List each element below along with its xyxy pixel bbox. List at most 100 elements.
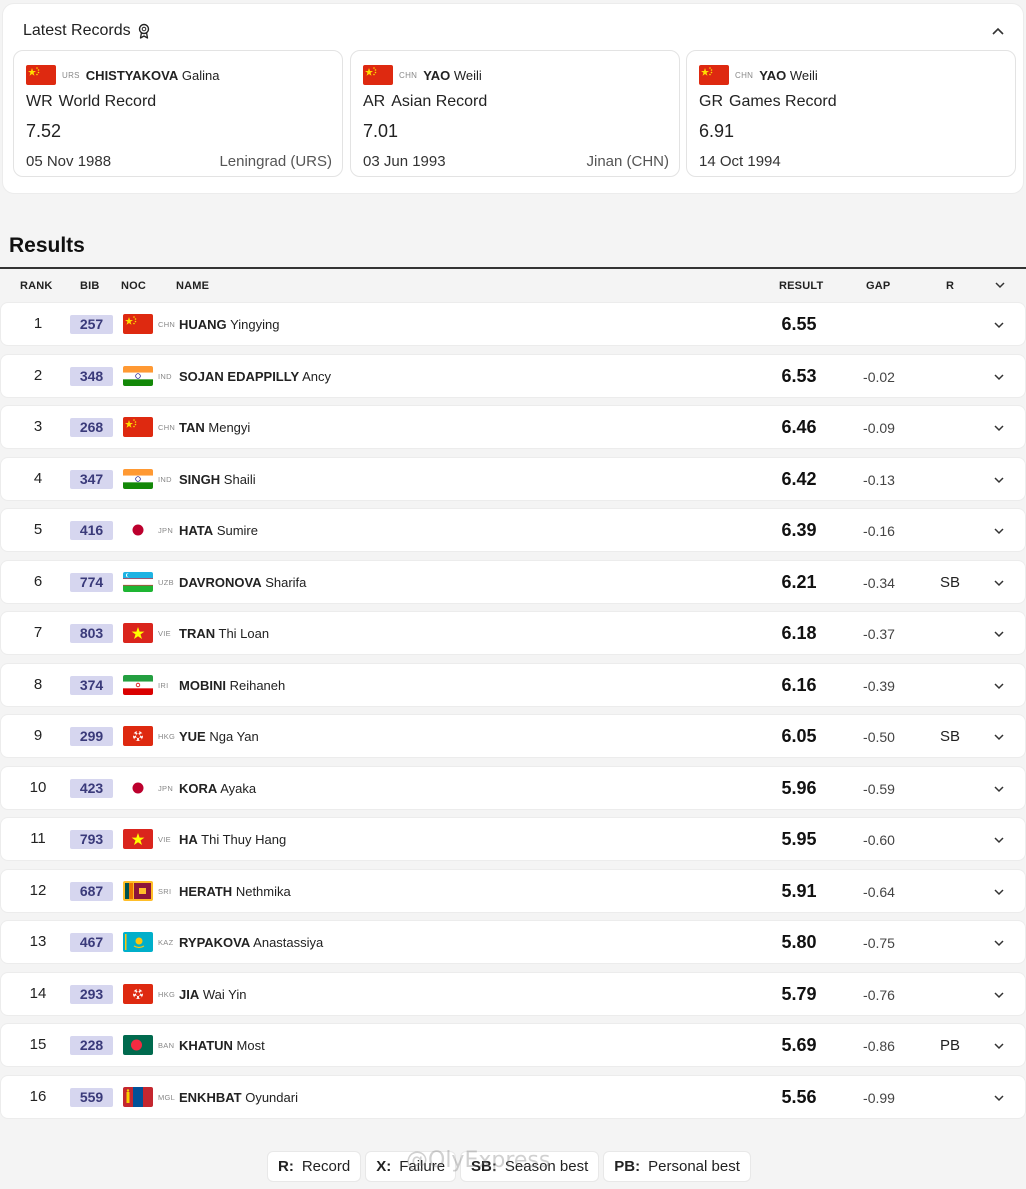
table-row[interactable]: 8 374 IRI MOBINI Reihaneh 6.16 -0.39: [0, 662, 1026, 707]
table-row[interactable]: 14 293 HKG JIA Wai Yin 5.79 -0.76: [0, 971, 1026, 1016]
table-row[interactable]: 1 257 CHN HUANG Yingying 6.55: [0, 302, 1026, 346]
row-athlete-name[interactable]: RYPAKOVA Anastassiya: [179, 935, 323, 950]
table-row[interactable]: 5 416 JPN HATA Sumire 6.39 -0.16: [0, 508, 1026, 552]
row-expand-chevron-icon[interactable]: [991, 729, 1007, 745]
row-expand-chevron-icon[interactable]: [991, 523, 1007, 539]
record-holder: CHN YAO Weili: [363, 65, 482, 85]
row-expand-chevron-icon[interactable]: [991, 626, 1007, 642]
row-athlete-name[interactable]: HUANG Yingying: [179, 317, 279, 332]
table-row[interactable]: 10 423 JPN KORA Ayaka 5.96 -0.59: [0, 765, 1026, 810]
legend-item: PB: Personal best: [603, 1151, 751, 1182]
record-card[interactable]: CHN YAO Weili AR Asian Record 7.01 03 Jun 199…: [350, 50, 680, 177]
table-row[interactable]: 13 467 KAZ RYPAKOVA Anastassiya 5.80 -0.75: [0, 920, 1026, 964]
header-rank: RANK: [20, 280, 53, 292]
row-expand-chevron-icon[interactable]: [991, 987, 1007, 1003]
flag-icon: [123, 1086, 153, 1107]
row-expand-chevron-icon[interactable]: [991, 1038, 1007, 1054]
row-athlete-name[interactable]: ENKHBAT Oyundari: [179, 1090, 298, 1105]
table-row[interactable]: 11 793 VIE HA Thi Thuy Hang 5.95 -0.60: [0, 817, 1026, 861]
table-row[interactable]: 3 268 CHN TAN Mengyi 6.46 -0.09: [0, 405, 1026, 449]
record-type: AR Asian Record: [363, 93, 488, 110]
row-expand-chevron-icon[interactable]: [991, 678, 1007, 694]
row-athlete-name[interactable]: TAN Mengyi: [179, 420, 250, 435]
row-expand-chevron-icon[interactable]: [991, 369, 1007, 385]
row-athlete-name[interactable]: HERATH Nethmika: [179, 884, 291, 899]
flag-icon: [363, 65, 393, 85]
row-expand-chevron-icon[interactable]: [991, 1090, 1007, 1106]
row-gap: -0.34: [863, 574, 895, 591]
row-athlete-name[interactable]: KHATUN Most: [179, 1038, 265, 1053]
row-noc: VIE: [158, 835, 171, 844]
table-row[interactable]: 2 348 IND SOJAN EDAPPILLY Ancy 6.53 -0.02: [0, 353, 1026, 398]
row-athlete-name[interactable]: TRAN Thi Loan: [179, 626, 269, 641]
flag-icon: [123, 417, 153, 437]
row-athlete-name[interactable]: SOJAN EDAPPILLY Ancy: [179, 369, 331, 384]
table-row[interactable]: 15 228 BAN KHATUN Most 5.69 -0.86 PB: [0, 1023, 1026, 1067]
row-expand-chevron-icon[interactable]: [991, 317, 1007, 333]
row-gap: -0.13: [863, 471, 895, 488]
record-athlete: CHISTYAKOVA Galina: [85, 67, 220, 83]
latest-records-heading: Latest Records: [23, 22, 151, 40]
row-gap: -0.59: [863, 780, 895, 797]
row-rank: 3: [33, 418, 43, 435]
row-athlete-name[interactable]: DAVRONOVA Sharifa: [179, 575, 306, 590]
flag-icon: [123, 571, 153, 592]
table-row[interactable]: 7 803 VIE TRAN Thi Loan 6.18 -0.37: [0, 611, 1026, 655]
row-expand-chevron-icon[interactable]: [991, 884, 1007, 900]
record-card[interactable]: URS CHISTYAKOVA Galina WR World Record 7.52 0…: [13, 50, 343, 177]
row-result: 5.69: [781, 1035, 817, 1055]
row-result: 6.21: [781, 571, 817, 592]
record-type: WR World Record: [26, 93, 157, 110]
flag-icon: [123, 726, 153, 746]
results-rows: 1 257 CHN HUANG Yingying 6.55 2 348 IND SOJAN ED…: [0, 302, 1026, 1126]
row-noc: VIE: [158, 629, 171, 638]
results-title: Results: [9, 234, 85, 257]
row-athlete-name[interactable]: JIA Wai Yin: [179, 987, 246, 1002]
record-athlete: YAO Weili: [423, 67, 482, 83]
row-bib: 293: [70, 984, 113, 1004]
record-place: Leningrad (URS): [219, 153, 332, 170]
row-expand-chevron-icon[interactable]: [991, 420, 1007, 436]
row-athlete-name[interactable]: MOBINI Reihaneh: [179, 678, 285, 693]
expand-all-chevron-icon[interactable]: [992, 277, 1008, 293]
row-rank: 9: [33, 727, 43, 744]
row-athlete-name[interactable]: HATA Sumire: [179, 523, 258, 538]
row-expand-chevron-icon[interactable]: [991, 472, 1007, 488]
row-result: 5.56: [781, 1086, 817, 1107]
row-result: 5.79: [781, 983, 817, 1004]
row-noc: KAZ: [158, 938, 174, 947]
row-expand-chevron-icon[interactable]: [991, 781, 1007, 797]
row-athlete-name[interactable]: HA Thi Thuy Hang: [179, 832, 286, 847]
flag-icon: [123, 1035, 153, 1055]
collapse-records-button[interactable]: [987, 20, 1009, 42]
table-row[interactable]: 16 559 MGL ENKHBAT Oyundari 5.56 -0.99: [0, 1074, 1026, 1119]
row-rank: 2: [33, 366, 43, 384]
row-athlete-name[interactable]: KORA Ayaka: [179, 781, 256, 796]
row-noc: CHN: [158, 423, 176, 432]
row-result: 6.16: [781, 674, 817, 695]
table-row[interactable]: 4 347 IND SINGH Shaili 6.42 -0.13: [0, 456, 1026, 501]
row-bib: 423: [70, 778, 113, 798]
header-record: R: [946, 280, 955, 292]
record-card[interactable]: CHN YAO Weili GR Games Record 6.91 14 Oct 199…: [686, 50, 1016, 177]
row-expand-chevron-icon[interactable]: [991, 935, 1007, 951]
row-bib: 774: [70, 572, 113, 592]
table-row[interactable]: 6 774 UZB DAVRONOVA Sharifa 6.21 -0.34 SB: [0, 559, 1026, 604]
table-row[interactable]: 9 299 HKG YUE Nga Yan 6.05 -0.50 SB: [0, 714, 1026, 758]
row-expand-chevron-icon[interactable]: [991, 832, 1007, 848]
row-result: 6.46: [781, 417, 817, 437]
row-expand-chevron-icon[interactable]: [991, 575, 1007, 591]
flag-icon: [123, 314, 153, 334]
row-athlete-name[interactable]: SINGH Shaili: [179, 472, 256, 487]
latest-records-title: Latest Records: [23, 22, 131, 39]
flag-icon: [123, 932, 153, 952]
row-athlete-name[interactable]: YUE Nga Yan: [179, 729, 259, 744]
results-table-header: RANK BIB NOC NAME RESULT GAP R: [0, 270, 1026, 302]
row-gap: -0.39: [863, 677, 895, 694]
row-bib: 348: [70, 366, 113, 386]
row-bib: 803: [70, 624, 113, 643]
table-row[interactable]: 12 687 SRI HERATH Nethmika 5.91 -0.64: [0, 868, 1026, 913]
row-gap: -0.16: [863, 523, 895, 539]
row-noc: CHN: [158, 320, 176, 329]
record-holder: CHN YAO Weili: [699, 65, 818, 85]
